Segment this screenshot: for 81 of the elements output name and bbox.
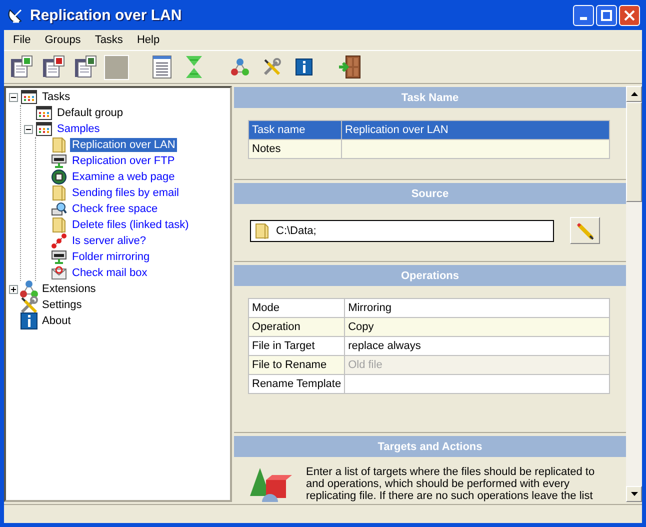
collapse-toggle[interactable] bbox=[8, 92, 18, 102]
tree-item[interactable]: Folder mirroring bbox=[70, 250, 152, 264]
toolbar-button[interactable] bbox=[337, 54, 363, 80]
monitor-icon bbox=[51, 153, 67, 169]
path-text: C:\Data; bbox=[276, 224, 316, 236]
monitor-icon bbox=[51, 249, 67, 265]
document-check-icon bbox=[73, 55, 97, 79]
tools-icon bbox=[263, 58, 281, 76]
expand-toggle[interactable] bbox=[8, 284, 18, 294]
section-header: Task Name bbox=[234, 87, 626, 108]
description-text: Enter a list of targets where the files should be replicated to and operations, which should be performed with every replicating file. If there are no such operations leave the list bbox=[306, 466, 596, 502]
menu-item[interactable]: Groups bbox=[38, 34, 88, 46]
satellite-dish-icon bbox=[8, 7, 24, 23]
door-icon bbox=[338, 55, 362, 79]
folder-icon bbox=[51, 137, 67, 153]
tree-item[interactable]: Check free space bbox=[70, 202, 160, 216]
minimize-icon bbox=[580, 16, 587, 20]
tree-item[interactable]: Extensions bbox=[40, 282, 98, 296]
info-icon bbox=[295, 58, 313, 76]
tree-item[interactable]: Replication over LAN bbox=[70, 138, 178, 152]
source-path-field[interactable]: C:\Data; bbox=[250, 220, 554, 242]
tree-item[interactable]: Is server alive? bbox=[70, 234, 148, 248]
arrows-icon bbox=[183, 55, 205, 79]
folder-icon bbox=[51, 185, 67, 201]
tree-item[interactable]: About bbox=[40, 314, 73, 328]
menu-item[interactable]: Help bbox=[130, 34, 167, 46]
tree-item[interactable]: Samples bbox=[55, 122, 102, 136]
close-button[interactable] bbox=[619, 4, 640, 26]
tree-item[interactable]: Default group bbox=[55, 106, 126, 120]
scroll-down-button[interactable] bbox=[626, 486, 642, 502]
folder-icon bbox=[51, 217, 67, 233]
document-add-icon bbox=[9, 55, 33, 79]
toolbar-button[interactable] bbox=[72, 54, 98, 80]
up-arrow-icon bbox=[630, 92, 638, 96]
edit-button[interactable] bbox=[570, 217, 600, 244]
maximize-icon bbox=[601, 10, 612, 20]
tree-item[interactable]: Delete files (linked task) bbox=[70, 218, 191, 232]
toolbar-button[interactable] bbox=[8, 54, 34, 80]
window-grid-icon bbox=[36, 122, 52, 136]
close-icon bbox=[624, 10, 635, 20]
scroll-thumb[interactable] bbox=[626, 102, 642, 202]
globe-icon bbox=[51, 169, 67, 185]
tree-item[interactable]: Tasks bbox=[40, 90, 72, 104]
section-header: Targets and Actions bbox=[234, 436, 626, 457]
vertical-scrollbar[interactable] bbox=[626, 86, 642, 502]
property-name: Notes bbox=[248, 140, 342, 158]
magnifier-icon bbox=[51, 201, 67, 217]
tree-item[interactable]: Sending files by email bbox=[70, 186, 182, 200]
window-grid-icon bbox=[21, 90, 37, 104]
window-grid-icon bbox=[36, 106, 52, 120]
tree-item[interactable]: Examine a web page bbox=[70, 170, 177, 184]
tree-item[interactable]: Replication over FTP bbox=[70, 154, 177, 168]
shapes-icon bbox=[248, 466, 292, 502]
tools-icon bbox=[20, 296, 38, 314]
maximize-button[interactable] bbox=[596, 4, 617, 26]
connected-dots-icon bbox=[51, 233, 67, 249]
toolbar-button[interactable] bbox=[40, 54, 66, 80]
info-icon bbox=[20, 312, 38, 330]
tree-item[interactable]: Settings bbox=[40, 298, 84, 312]
pencil-icon bbox=[576, 222, 594, 240]
section-header: Source bbox=[234, 183, 626, 204]
document-icon bbox=[151, 55, 173, 79]
folder-icon bbox=[254, 222, 270, 238]
property-name: Rename Template bbox=[248, 374, 345, 394]
window-title: Replication over LAN bbox=[30, 6, 182, 24]
menu-item[interactable]: File bbox=[6, 34, 38, 46]
molecule-icon bbox=[231, 58, 249, 76]
tree-item[interactable]: Check mail box bbox=[70, 266, 150, 280]
molecule-icon bbox=[20, 280, 38, 298]
minimize-button[interactable] bbox=[573, 4, 594, 26]
property-value[interactable]: Mirroring bbox=[344, 298, 610, 318]
down-arrow-icon bbox=[630, 492, 638, 496]
scroll-up-button[interactable] bbox=[626, 86, 642, 102]
document-delete-icon bbox=[41, 55, 65, 79]
collapse-toggle[interactable] bbox=[24, 124, 32, 134]
property-name: Mode bbox=[248, 298, 345, 318]
property-value[interactable]: Replication over LAN bbox=[342, 120, 610, 140]
menu-item[interactable]: Tasks bbox=[88, 34, 130, 46]
envelope-icon bbox=[51, 265, 67, 281]
section-header: Operations bbox=[234, 265, 626, 286]
property-name: Task name bbox=[248, 120, 342, 140]
